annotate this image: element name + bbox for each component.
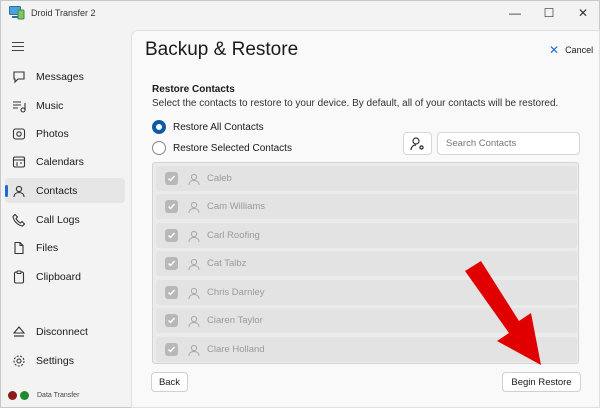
checkbox[interactable] — [165, 229, 178, 242]
contact-name: Chris Darnley — [207, 287, 265, 298]
photos-icon — [11, 126, 27, 142]
window-title: Droid Transfer 2 — [31, 8, 96, 18]
contact-settings-button[interactable] — [403, 132, 432, 155]
person-icon — [188, 258, 200, 270]
file-icon — [11, 240, 27, 256]
sidebar-item-label: Calendars — [36, 155, 84, 168]
person-icon — [188, 230, 200, 242]
annotation-arrow-icon — [465, 261, 541, 365]
hamburger-menu-icon[interactable] — [12, 42, 24, 52]
checkbox[interactable] — [165, 343, 178, 356]
sidebar-item-settings[interactable]: Settings — [5, 348, 125, 373]
radio-button-checked[interactable] — [152, 120, 166, 134]
search-input[interactable] — [437, 132, 580, 155]
checkbox[interactable] — [165, 286, 178, 299]
person-icon — [188, 315, 200, 327]
title-bar: Droid Transfer 2 — ☐ ✕ — [1, 1, 600, 25]
app-window: Droid Transfer 2 — ☐ ✕ Messages Music Ph… — [0, 0, 600, 408]
sidebar-item-label: Call Logs — [36, 213, 80, 226]
checkbox[interactable] — [165, 200, 178, 213]
sidebar-item-disconnect[interactable]: Disconnect — [5, 319, 125, 344]
person-icon — [188, 344, 200, 356]
page-title: Backup & Restore — [145, 39, 299, 60]
cancel-label: Cancel — [565, 45, 594, 55]
sidebar-item-label: Settings — [36, 354, 74, 367]
app-logo-icon — [9, 6, 25, 20]
person-icon — [188, 201, 200, 213]
sidebar-item-calendars[interactable]: Calendars — [5, 149, 125, 174]
sidebar-item-label: Photos — [36, 127, 69, 140]
sidebar-item-files[interactable]: Files — [5, 235, 125, 260]
person-icon — [188, 173, 200, 185]
music-icon — [11, 98, 27, 114]
sidebar-item-messages[interactable]: Messages — [5, 64, 125, 89]
sidebar-item-label: Clipboard — [36, 270, 81, 283]
clipboard-icon — [11, 269, 27, 285]
contact-name: Cam Williams — [207, 201, 266, 212]
radio-label: Restore Selected Contacts — [173, 142, 292, 154]
messages-icon — [11, 69, 27, 85]
person-icon — [188, 287, 200, 299]
sidebar-item-clipboard[interactable]: Clipboard — [5, 264, 125, 289]
contact-name: Clare Holland — [207, 344, 265, 355]
maximize-button[interactable]: ☐ — [532, 1, 566, 25]
radio-restore-selected[interactable]: Restore Selected Contacts — [152, 141, 292, 155]
phone-icon — [11, 212, 27, 228]
list-item[interactable]: Carl Roofing — [156, 223, 577, 248]
status-text: Data Transfer — [37, 392, 80, 399]
radio-label: Restore All Contacts — [173, 121, 264, 133]
sidebar-item-call-logs[interactable]: Call Logs — [5, 207, 125, 232]
contact-name: Caleb — [207, 173, 232, 184]
sidebar: Messages Music Photos Calendars Contacts — [1, 25, 129, 408]
close-window-button[interactable]: ✕ — [566, 1, 600, 25]
status-dot-green — [20, 391, 29, 400]
checkbox[interactable] — [165, 172, 178, 185]
gear-icon — [11, 353, 27, 369]
sidebar-item-label: Disconnect — [36, 325, 88, 338]
begin-restore-button[interactable]: Begin Restore — [502, 372, 581, 392]
eject-icon — [11, 324, 27, 340]
checkbox[interactable] — [165, 314, 178, 327]
contact-name: Carl Roofing — [207, 230, 260, 241]
sidebar-item-label: Files — [36, 241, 59, 254]
radio-button[interactable] — [152, 141, 166, 155]
sidebar-item-contacts[interactable]: Contacts — [5, 178, 125, 203]
radio-restore-all[interactable]: Restore All Contacts — [152, 120, 264, 134]
contacts-icon — [11, 183, 27, 199]
list-item[interactable]: Caleb — [156, 166, 577, 191]
person-gear-icon — [409, 136, 424, 150]
cancel-button[interactable]: ✕ Cancel — [549, 43, 593, 57]
sidebar-item-label: Contacts — [36, 184, 78, 197]
sidebar-item-photos[interactable]: Photos — [5, 121, 125, 146]
close-icon: ✕ — [549, 43, 560, 57]
list-item[interactable]: Cam Williams — [156, 194, 577, 219]
section-description: Select the contacts to restore to your d… — [152, 98, 559, 109]
back-button[interactable]: Back — [151, 372, 188, 392]
checkbox[interactable] — [165, 257, 178, 270]
calendar-icon — [11, 154, 27, 170]
section-title: Restore Contacts — [152, 84, 235, 95]
sidebar-item-music[interactable]: Music — [5, 93, 125, 118]
minimize-button[interactable]: — — [498, 1, 532, 25]
contact-name: Cat Talbz — [207, 258, 247, 269]
sidebar-item-label: Messages — [36, 70, 84, 83]
contact-name: Ciaren Taylor — [207, 315, 263, 326]
status-dot-red — [8, 391, 17, 400]
sidebar-item-label: Music — [36, 99, 64, 112]
connection-status: Data Transfer — [8, 391, 79, 400]
